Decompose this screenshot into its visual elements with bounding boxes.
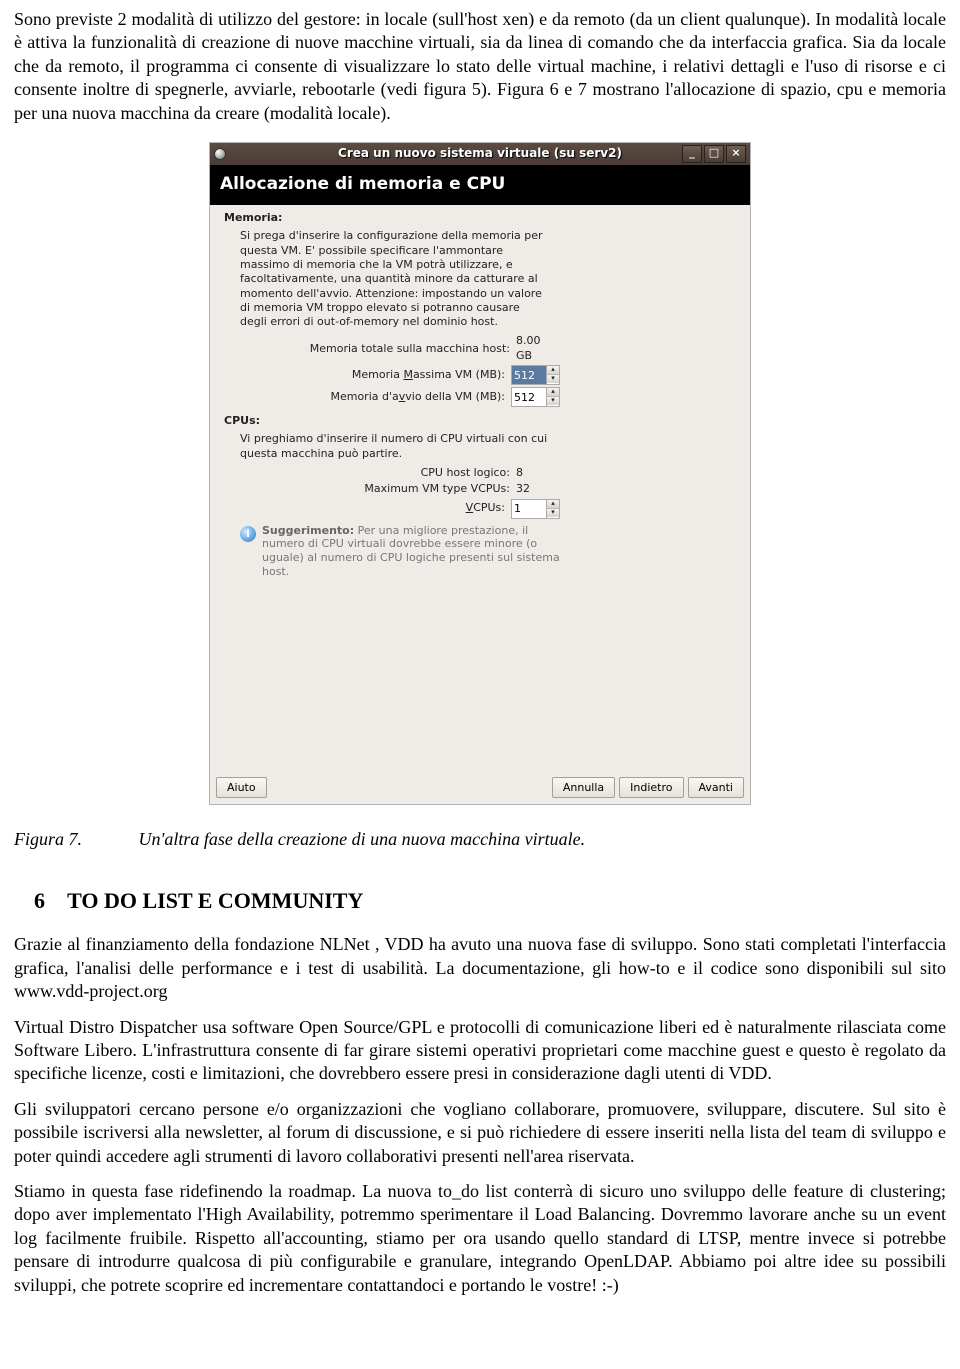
memory-max-label: Memoria Massima VM (MB): — [352, 368, 505, 382]
dialog-button-bar: Aiuto Annulla Indietro Avanti — [210, 773, 750, 804]
cpus-section-label: CPUs: — [210, 408, 750, 430]
spinner-down-icon[interactable]: ▾ — [547, 375, 559, 383]
memory-max-input[interactable] — [512, 366, 546, 384]
cpu-host-label: CPU host logico: — [421, 466, 510, 480]
body-paragraph-1: Grazie al finanziamento della fondazione… — [14, 933, 946, 1003]
body-paragraph-4: Stiamo in questa fase ridefinendo la roa… — [14, 1180, 946, 1297]
memory-total-value: 8.00 GB — [516, 334, 560, 363]
intro-paragraph: Sono previste 2 modalità di utilizzo del… — [14, 8, 946, 125]
vcpus-spinner[interactable]: ▴ ▾ — [511, 499, 560, 519]
info-icon: i — [240, 526, 256, 542]
cpu-max-value: 32 — [516, 482, 560, 496]
spinner-down-icon[interactable]: ▾ — [547, 509, 559, 517]
back-button[interactable]: Indietro — [619, 777, 683, 798]
help-button[interactable]: Aiuto — [216, 777, 267, 798]
memory-info-text: Si prega d'inserire la configurazione de… — [210, 227, 550, 333]
dialog-window: Crea un nuovo sistema virtuale (su serv2… — [210, 143, 750, 804]
cpu-host-value: 8 — [516, 466, 560, 480]
dialog-header: Allocazione di memoria e CPU — [210, 165, 750, 205]
section-heading: 6 TO DO LIST E COMMUNITY — [34, 887, 946, 916]
section-title: TO DO LIST E COMMUNITY — [67, 888, 363, 913]
memory-section-label: Memoria: — [210, 205, 750, 227]
figure-caption: Figura 7. Un'altra fase della creazione … — [14, 828, 946, 851]
vcpus-input[interactable] — [512, 500, 546, 518]
forward-button[interactable]: Avanti — [688, 777, 744, 798]
figure-caption-text: Un'altra fase della creazione di una nuo… — [139, 829, 586, 849]
memory-max-spinner[interactable]: ▴ ▾ — [511, 365, 560, 385]
figure-label: Figura 7. — [14, 828, 134, 851]
cpu-hint: i Suggerimento: Per una migliore prestaz… — [210, 520, 570, 583]
cpus-info-text: Vi preghiamo d'inserire il numero di CPU… — [210, 430, 550, 465]
memory-start-spinner[interactable]: ▴ ▾ — [511, 387, 560, 407]
dialog-title: Crea un nuovo sistema virtuale (su serv2… — [210, 146, 750, 162]
dialog-content: Allocazione di memoria e CPU Memoria: Si… — [210, 165, 750, 804]
section-number: 6 — [34, 887, 62, 916]
cpu-max-label: Maximum VM type VCPUs: — [364, 482, 510, 496]
body-paragraph-3: Gli sviluppatori cercano persone e/o org… — [14, 1098, 946, 1168]
vcpus-label: VCPUs: — [466, 501, 505, 515]
memory-total-label: Memoria totale sulla macchina host: — [310, 342, 510, 356]
dialog-titlebar[interactable]: Crea un nuovo sistema virtuale (su serv2… — [210, 143, 750, 165]
spinner-down-icon[interactable]: ▾ — [547, 397, 559, 405]
memory-start-label: Memoria d'avvio della VM (MB): — [330, 390, 505, 404]
cancel-button[interactable]: Annulla — [552, 777, 615, 798]
body-paragraph-2: Virtual Distro Dispatcher usa software O… — [14, 1016, 946, 1086]
memory-start-input[interactable] — [512, 388, 546, 406]
